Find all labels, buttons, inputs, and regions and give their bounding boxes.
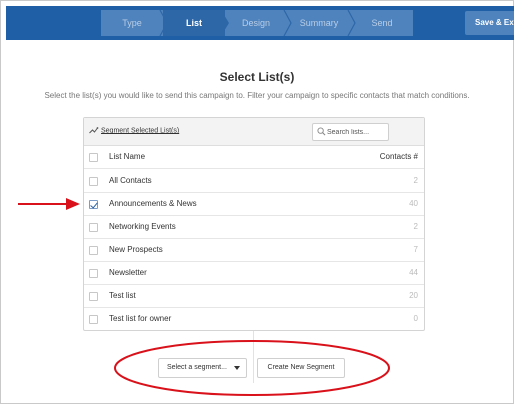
table-row[interactable]: Announcements & News 40 [84,193,424,216]
row-checkbox[interactable] [89,200,98,209]
page-subtitle: Select the list(s) you would like to sen… [44,91,470,100]
table-header-row: List Name Contacts # [84,146,424,169]
annotation-arrow-icon [18,198,80,210]
table-row[interactable]: Test list for owner 0 [84,308,424,331]
step-summary[interactable]: Summary [287,10,351,36]
table-row[interactable]: Newsletter 44 [84,262,424,285]
contacts-count: 2 [413,222,418,231]
table-row[interactable]: Test list 20 [84,285,424,308]
step-design[interactable]: Design [225,10,287,36]
row-checkbox[interactable] [89,315,98,324]
save-exit-button[interactable]: Save & Exit [465,11,514,35]
row-checkbox[interactable] [89,223,98,232]
contacts-count: 40 [409,199,418,208]
table-row[interactable]: Networking Events 2 [84,216,424,239]
table-row[interactable]: All Contacts 2 [84,170,424,193]
contacts-count: 20 [409,291,418,300]
list-name: Newsletter [109,268,147,277]
lists-toolbar: Segment Selected List(s) [84,118,424,146]
annotation-ellipse-icon [114,340,390,396]
wizard-steps: Type List Design Summary Send [101,10,413,36]
page-title: Select List(s) [219,70,295,84]
segment-link-label: Segment Selected List(s) [101,127,180,135]
wizard-bar: Type List Design Summary Send Save & Exi… [6,6,514,40]
list-name: Announcements & News [109,199,197,208]
search-box[interactable] [312,123,389,141]
list-name: Test list for owner [109,314,172,323]
step-list[interactable]: List [163,10,225,36]
search-input[interactable] [327,126,387,139]
row-checkbox[interactable] [89,246,98,255]
segment-selected-lists-link[interactable]: Segment Selected List(s) [89,127,179,134]
step-send[interactable]: Send [351,10,413,36]
segment-icon [89,127,99,134]
contacts-count: 2 [413,176,418,185]
contacts-count: 7 [413,245,418,254]
list-name: Networking Events [109,222,176,231]
row-checkbox[interactable] [89,177,98,186]
list-name: New Prospects [109,245,163,254]
table-row[interactable]: New Prospects 7 [84,239,424,262]
select-all-checkbox[interactable] [89,153,98,162]
column-header-contacts: Contacts # [379,152,418,161]
contacts-count: 44 [409,268,418,277]
search-icon [317,127,326,136]
list-name: Test list [109,291,136,300]
step-type[interactable]: Type [101,10,163,36]
column-header-list-name: List Name [109,152,146,161]
list-name: All Contacts [109,176,152,185]
row-checkbox[interactable] [89,292,98,301]
row-checkbox[interactable] [89,269,98,278]
lists-panel: Segment Selected List(s) List Name Conta… [83,117,425,331]
contacts-count: 0 [413,314,418,323]
